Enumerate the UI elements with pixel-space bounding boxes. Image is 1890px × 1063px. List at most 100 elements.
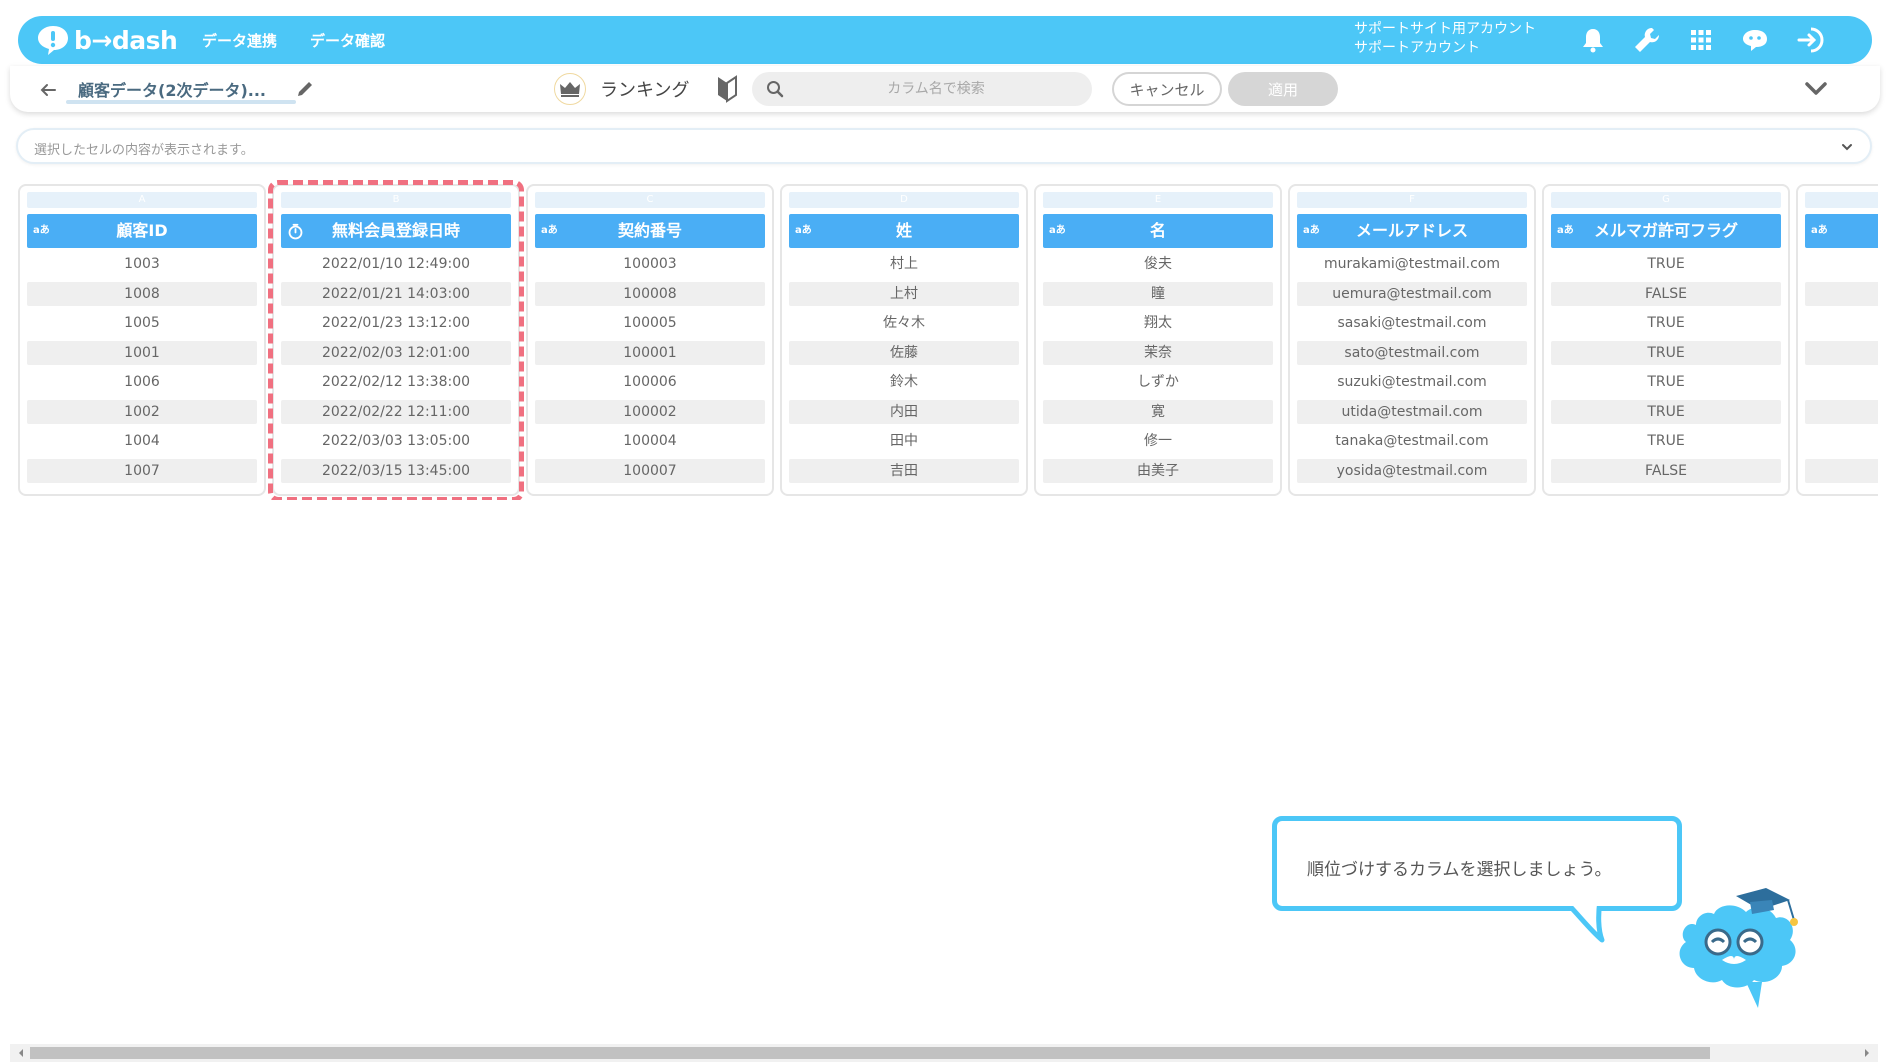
grid-apps-icon[interactable] xyxy=(1686,25,1716,55)
column-header[interactable]: aあ メールアドレス xyxy=(1297,214,1527,248)
column-header[interactable]: 無料会員登録日時 xyxy=(281,214,511,248)
cell-content-placeholder: 選択したセルの内容が表示されます。 xyxy=(34,143,254,158)
table-cell[interactable] xyxy=(1805,458,1878,483)
table-cell[interactable]: TRUE xyxy=(1551,252,1781,276)
table-cell[interactable]: 2022/03/15 13:45:00 xyxy=(281,458,511,483)
table-cell[interactable]: 1001 xyxy=(27,340,257,365)
column-header[interactable]: aあ 顧客ID xyxy=(27,214,257,248)
column-header[interactable]: aあ 契約番号 xyxy=(535,214,765,248)
table-cell[interactable]: 田中 xyxy=(789,429,1019,453)
table-cell[interactable]: TRUE xyxy=(1551,340,1781,365)
table-cell[interactable]: 100003 xyxy=(535,252,765,276)
beginner-mark-icon[interactable] xyxy=(714,75,740,103)
table-cell[interactable]: 寛 xyxy=(1043,399,1273,424)
horizontal-scrollbar[interactable] xyxy=(10,1044,1878,1062)
table-cell[interactable]: 瞳 xyxy=(1043,281,1273,306)
table-cell[interactable]: 100002 xyxy=(535,399,765,424)
table-cell[interactable]: 100004 xyxy=(535,429,765,453)
wrench-icon[interactable] xyxy=(1632,25,1662,55)
column-cells: 1003 1008 1005 1001 1006 1002 1004 1007 xyxy=(27,252,257,488)
table-cell[interactable]: 2022/02/22 12:11:00 xyxy=(281,399,511,424)
column-search-input[interactable] xyxy=(796,72,1076,106)
logout-icon[interactable] xyxy=(1796,25,1826,55)
pencil-icon[interactable] xyxy=(294,78,316,100)
table-cell[interactable]: suzuki@testmail.com xyxy=(1297,370,1527,394)
cancel-button[interactable]: キャンセル xyxy=(1112,72,1222,106)
table-cell[interactable]: 1008 xyxy=(27,281,257,306)
scrollbar-thumb[interactable] xyxy=(30,1047,1710,1059)
table-cell[interactable]: 吉田 xyxy=(789,458,1019,483)
table-cell[interactable]: 100007 xyxy=(535,458,765,483)
table-cell[interactable]: 1007 xyxy=(27,458,257,483)
column-header[interactable]: aあ 名 xyxy=(1043,214,1273,248)
table-cell[interactable]: tanaka@testmail.com xyxy=(1297,429,1527,453)
table-cell[interactable]: 1004 xyxy=(27,429,257,453)
chevron-down-icon[interactable] xyxy=(1802,76,1830,102)
table-cell[interactable]: 2022/01/21 14:03:00 xyxy=(281,281,511,306)
table-cell[interactable]: 100006 xyxy=(535,370,765,394)
table-cell[interactable] xyxy=(1805,429,1878,453)
table-cell[interactable]: 由美子 xyxy=(1043,458,1273,483)
table-cell[interactable]: 俊夫 xyxy=(1043,252,1273,276)
table-cell[interactable]: TRUE xyxy=(1551,399,1781,424)
search-box[interactable] xyxy=(752,72,1092,106)
cell-content-bar[interactable]: 選択したセルの内容が表示されます。 xyxy=(16,128,1872,164)
column-f: Faあ メールアドレス murakami@testmail.com uemura@te… xyxy=(1288,184,1536,496)
table-cell[interactable]: 上村 xyxy=(789,281,1019,306)
table-cell[interactable]: 1002 xyxy=(27,399,257,424)
table-cell[interactable]: 茉奈 xyxy=(1043,340,1273,365)
table-cell[interactable]: 佐々木 xyxy=(789,311,1019,335)
table-cell[interactable]: 佐藤 xyxy=(789,340,1019,365)
chat-icon[interactable] xyxy=(1740,25,1770,55)
table-cell[interactable]: yosida@testmail.com xyxy=(1297,458,1527,483)
table-cell[interactable] xyxy=(1805,399,1878,424)
dataset-title[interactable]: 顧客データ(2次データ)... xyxy=(78,77,266,101)
table-cell[interactable]: 翔太 xyxy=(1043,311,1273,335)
table-cell[interactable] xyxy=(1805,281,1878,306)
account-info[interactable]: サポートサイト用アカウント サポートアカウント xyxy=(1354,20,1536,58)
table-cell[interactable]: TRUE xyxy=(1551,429,1781,453)
table-cell[interactable]: 2022/02/12 13:38:00 xyxy=(281,370,511,394)
column-header[interactable]: aあ 姓 xyxy=(789,214,1019,248)
table-cell[interactable]: TRUE xyxy=(1551,311,1781,335)
table-cell[interactable]: 2022/02/03 12:01:00 xyxy=(281,340,511,365)
table-cell[interactable]: 内田 xyxy=(789,399,1019,424)
table-cell[interactable]: sasaki@testmail.com xyxy=(1297,311,1527,335)
table-cell[interactable]: 100001 xyxy=(535,340,765,365)
bell-icon[interactable] xyxy=(1578,25,1608,55)
table-cell[interactable]: utida@testmail.com xyxy=(1297,399,1527,424)
apply-button[interactable]: 適用 xyxy=(1228,72,1338,106)
table-cell[interactable]: 村上 xyxy=(789,252,1019,276)
scroll-right-arrow-icon[interactable] xyxy=(1862,1048,1872,1058)
table-cell[interactable] xyxy=(1805,252,1878,276)
table-cell[interactable]: FALSE xyxy=(1551,281,1781,306)
table-cell[interactable] xyxy=(1805,340,1878,365)
table-cell[interactable] xyxy=(1805,311,1878,335)
cellbar-chevron-down-icon[interactable] xyxy=(1838,138,1856,156)
nav-data-integration[interactable]: データ連携 xyxy=(202,30,277,51)
table-cell[interactable]: 修一 xyxy=(1043,429,1273,453)
table-cell[interactable]: 100005 xyxy=(535,311,765,335)
column-header[interactable]: aあ メルマガ許可フラグ xyxy=(1551,214,1781,248)
table-cell[interactable]: 2022/01/10 12:49:00 xyxy=(281,252,511,276)
column-header[interactable]: aあ xyxy=(1805,214,1878,248)
scroll-left-arrow-icon[interactable] xyxy=(16,1048,26,1058)
column-g: Gaあ メルマガ許可フラグ TRUE FALSE TRUE TRUE TRUE TRUE TRU… xyxy=(1542,184,1790,496)
table-cell[interactable]: 2022/01/23 13:12:00 xyxy=(281,311,511,335)
table-cell[interactable]: murakami@testmail.com xyxy=(1297,252,1527,276)
back-arrow-icon[interactable] xyxy=(36,78,60,102)
table-cell[interactable]: TRUE xyxy=(1551,370,1781,394)
nav-data-check[interactable]: データ確認 xyxy=(310,30,385,51)
table-cell[interactable]: 1005 xyxy=(27,311,257,335)
table-cell[interactable]: sato@testmail.com xyxy=(1297,340,1527,365)
table-cell[interactable]: uemura@testmail.com xyxy=(1297,281,1527,306)
table-cell[interactable]: しずか xyxy=(1043,370,1273,394)
table-cell[interactable]: 100008 xyxy=(535,281,765,306)
table-cell[interactable]: 2022/03/03 13:05:00 xyxy=(281,429,511,453)
table-cell[interactable]: 1006 xyxy=(27,370,257,394)
table-cell[interactable]: 1003 xyxy=(27,252,257,276)
table-cell[interactable]: FALSE xyxy=(1551,458,1781,483)
table-cell[interactable] xyxy=(1805,370,1878,394)
logo[interactable]: b→dash xyxy=(36,22,178,58)
table-cell[interactable]: 鈴木 xyxy=(789,370,1019,394)
